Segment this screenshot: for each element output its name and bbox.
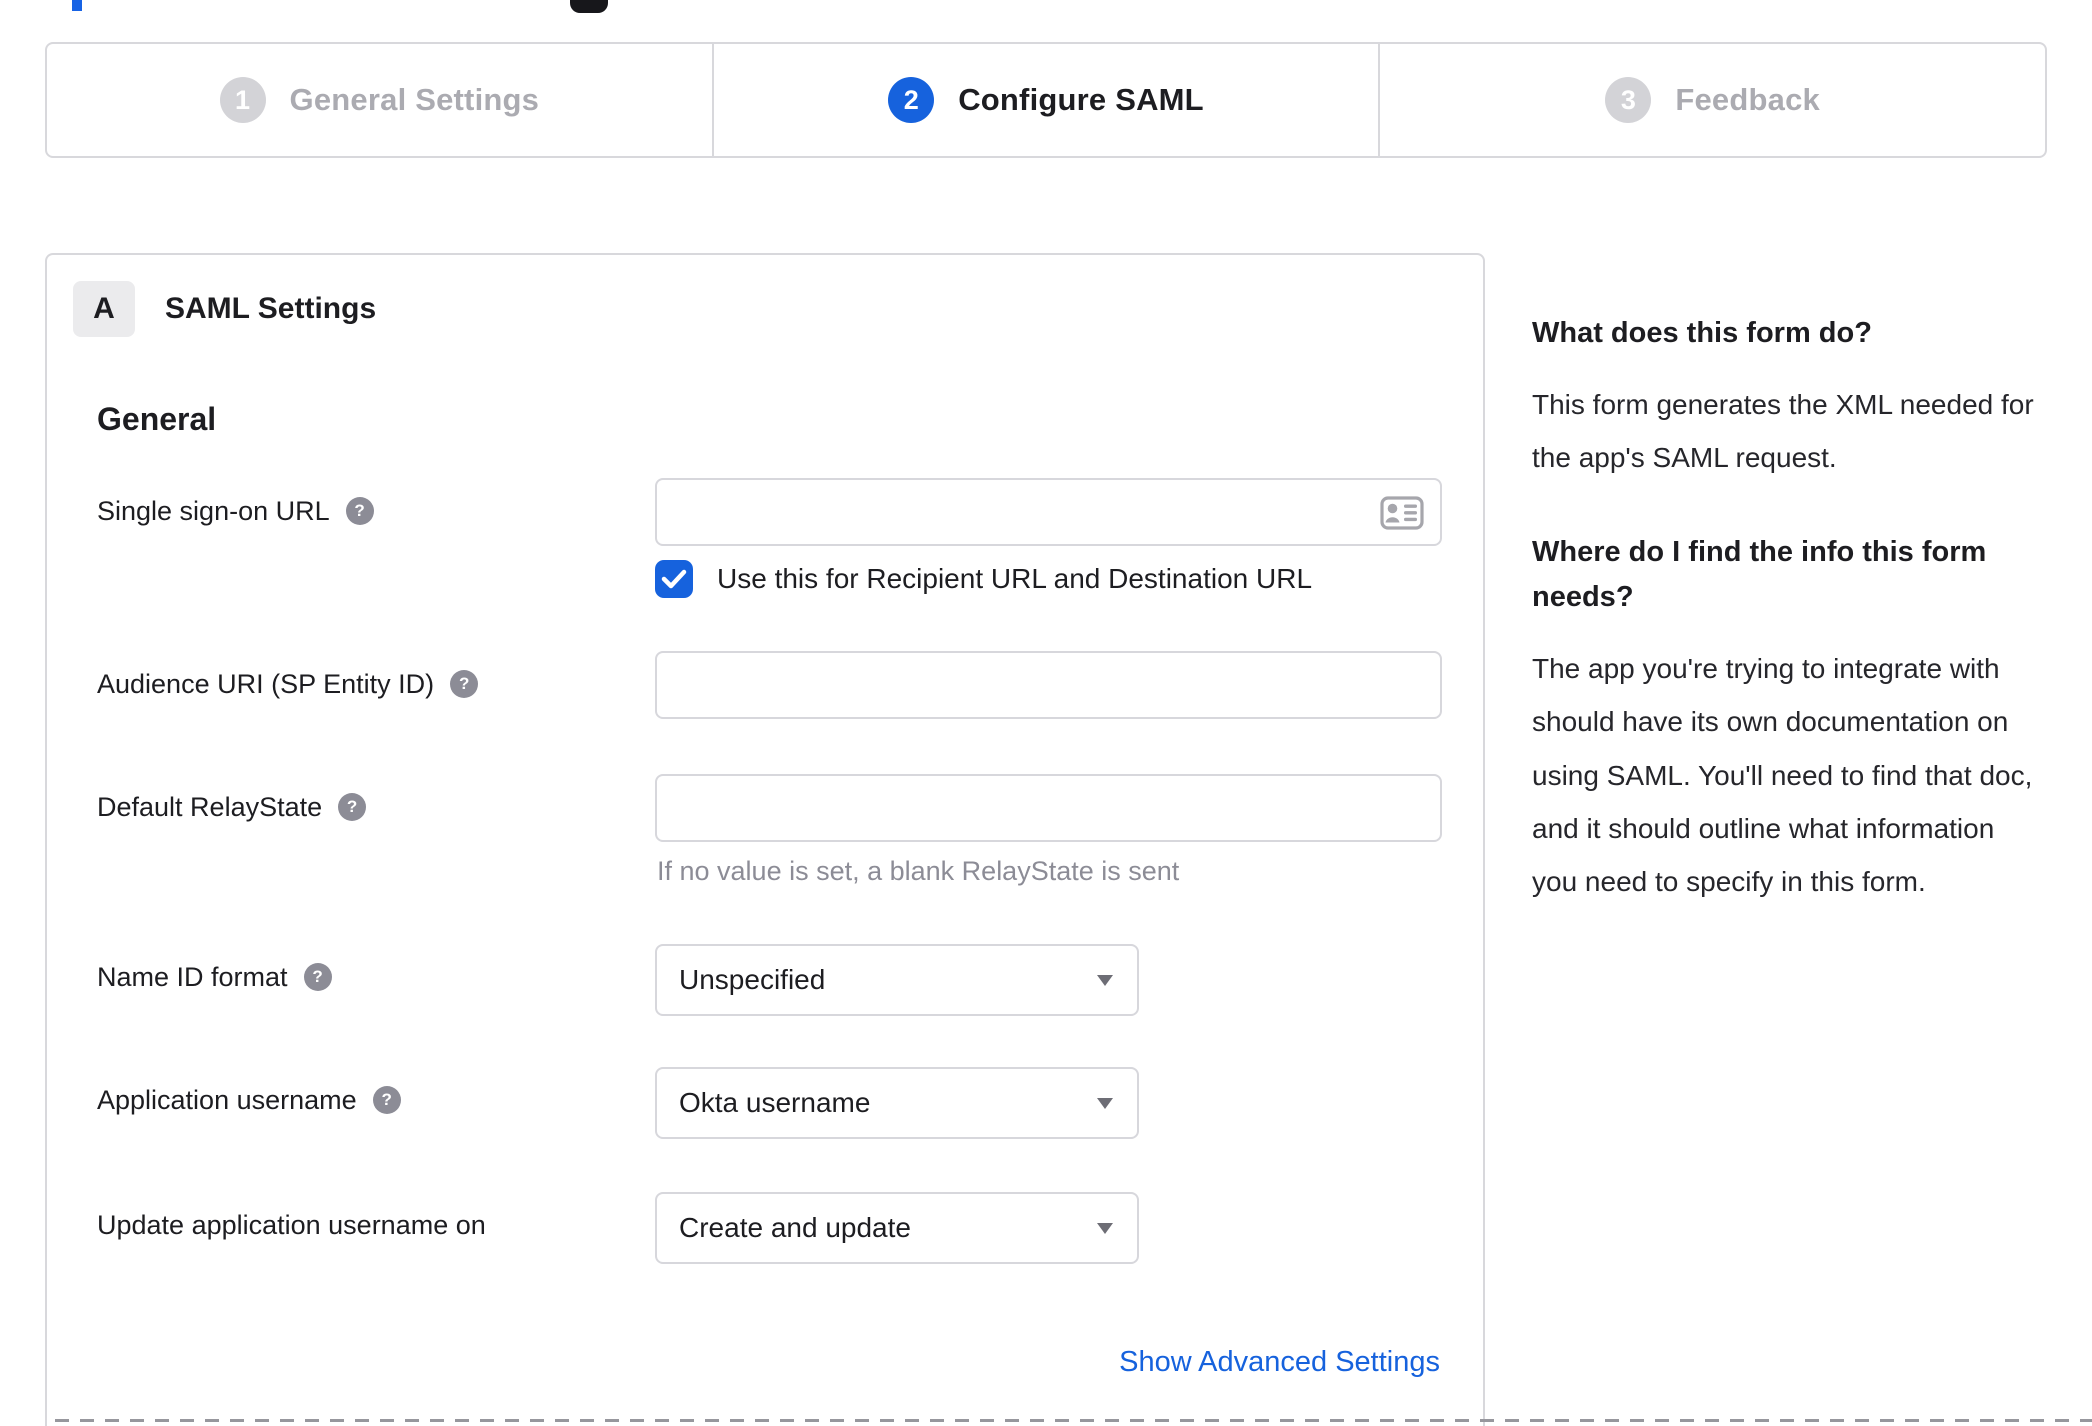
cropped-header-text-fragment	[72, 0, 82, 11]
audience-uri-input[interactable]	[655, 651, 1442, 719]
step-number-badge: 1	[219, 77, 266, 123]
field-row-default-relaystate: Default RelayState ? If no value is set,…	[47, 774, 1483, 887]
step-number-badge: 3	[1605, 77, 1652, 123]
field-label: Audience URI (SP Entity ID) ?	[97, 651, 655, 719]
select-value: Unspecified	[679, 964, 826, 995]
show-advanced-settings-link[interactable]: Show Advanced Settings	[1119, 1346, 1440, 1379]
checkbox-check-icon	[661, 569, 687, 589]
field-row-audience-uri: Audience URI (SP Entity ID) ?	[47, 651, 1483, 719]
field-row-single-sign-on-url: Single sign-on URL ? Use this for Recipi…	[47, 478, 1483, 598]
field-label-text: Update application username on	[97, 1210, 486, 1240]
field-label: Update application username on	[97, 1192, 655, 1264]
single-sign-on-url-input[interactable]	[655, 478, 1442, 546]
help-answer-2: The app you're trying to integrate with …	[1532, 653, 2033, 897]
field-label-text: Single sign-on URL	[97, 496, 330, 526]
step-label: Feedback	[1675, 82, 1820, 117]
field-label: Single sign-on URL ?	[97, 478, 655, 598]
bottom-dashed-divider	[55, 1419, 2092, 1422]
help-icon[interactable]: ?	[372, 1086, 401, 1114]
help-icon[interactable]: ?	[303, 963, 332, 991]
field-row-application-username: Application username ? Okta username	[47, 1067, 1483, 1139]
help-icon[interactable]: ?	[345, 497, 374, 525]
name-id-format-select[interactable]: Unspecified	[655, 944, 1139, 1016]
step-label: General Settings	[289, 82, 540, 117]
help-question-1: What does this form do?	[1532, 317, 1872, 349]
select-value: Okta username	[679, 1087, 871, 1118]
help-icon[interactable]: ?	[338, 793, 367, 821]
general-group-title: General	[97, 401, 217, 437]
saml-configuration-page: 1 General Settings 2 Configure SAML 3 Fe…	[0, 0, 2092, 1426]
field-label-text: Name ID format	[97, 962, 288, 992]
update-username-on-select[interactable]: Create and update	[655, 1192, 1139, 1264]
help-icon[interactable]: ?	[450, 670, 479, 698]
help-answer-1: This form generates the XML needed for t…	[1532, 388, 2034, 474]
step-configure-saml[interactable]: 2 Configure SAML	[711, 44, 1379, 156]
dropdown-caret-icon	[1097, 1097, 1113, 1109]
field-label-text: Audience URI (SP Entity ID)	[97, 669, 435, 699]
field-row-name-id-format: Name ID format ? Unspecified	[47, 944, 1483, 1016]
dropdown-caret-icon	[1097, 1222, 1113, 1234]
wizard-stepper: 1 General Settings 2 Configure SAML 3 Fe…	[45, 42, 2047, 158]
recipient-url-checkbox-row: Use this for Recipient URL and Destinati…	[655, 560, 1483, 598]
help-question-2: Where do I find the info this form needs…	[1532, 536, 1987, 614]
field-row-update-username-on: Update application username on Create an…	[47, 1192, 1483, 1264]
checkbox-label: Use this for Recipient URL and Destinati…	[717, 563, 1313, 594]
default-relaystate-input[interactable]	[655, 774, 1442, 842]
field-label: Application username ?	[97, 1067, 655, 1139]
field-label-text: Default RelayState	[97, 792, 323, 822]
select-value: Create and update	[679, 1212, 911, 1243]
step-label: Configure SAML	[958, 82, 1204, 117]
step-feedback[interactable]: 3 Feedback	[1378, 44, 2045, 156]
field-label-text: Application username	[97, 1085, 357, 1115]
step-general-settings[interactable]: 1 General Settings	[47, 44, 712, 156]
step-number-badge: 2	[888, 77, 935, 123]
section-a-badge: A	[73, 281, 135, 337]
contact-card-icon[interactable]	[1380, 496, 1424, 535]
cropped-app-logo-fragment	[570, 0, 608, 13]
field-label: Name ID format ?	[97, 944, 655, 1016]
application-username-select[interactable]: Okta username	[655, 1067, 1139, 1139]
use-for-recipient-url-checkbox[interactable]	[655, 560, 693, 598]
saml-settings-panel: A SAML Settings General Single sign-on U…	[45, 253, 1485, 1426]
section-header: A SAML Settings	[47, 281, 1483, 337]
help-sidebar: What does this form do? This form genera…	[1532, 253, 2092, 908]
relaystate-hint-text: If no value is set, a blank RelayState i…	[657, 856, 1180, 886]
field-label: Default RelayState ?	[97, 774, 655, 887]
dropdown-caret-icon	[1097, 974, 1113, 986]
section-title: SAML Settings	[165, 292, 377, 325]
